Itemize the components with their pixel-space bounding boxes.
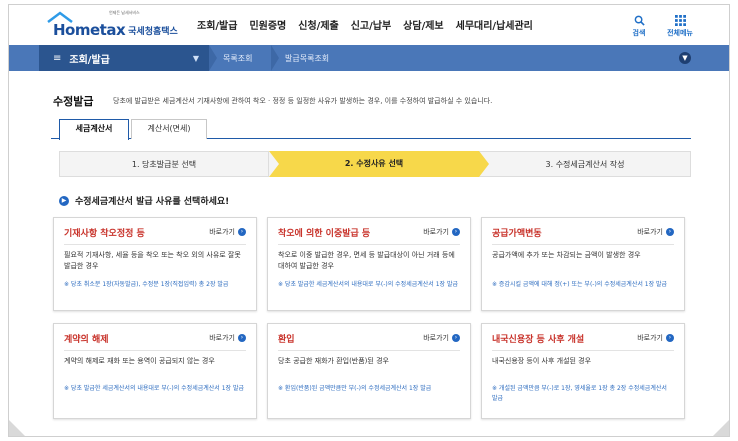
all-menu-button[interactable]: 전체메뉴 [659,15,701,38]
menu-item-inquiry[interactable]: 조회/발급 [197,17,237,32]
house-roof-icon [47,11,73,23]
step-select-reason: 2. 수정사유 선택 [269,151,479,177]
go-label: 바로가기 [637,228,663,236]
reason-card-local-lc: 내국신용장 등 사후 개설 바로가기 › 내국신용장 등이 사후 개설된 경우 ※… [481,323,685,419]
breadcrumb-separator [271,45,279,71]
divider [278,244,460,245]
caret-down-icon: ▼ [192,53,199,63]
card-note: ※ 당초 취소분 1장(자동발급), 수정분 1장(직접입력) 총 2장 발급 [64,281,229,288]
reason-card-supply-change: 공급가액변동 바로가기 › 공급가액에 추가 또는 차감되는 금액이 발생한 경우… [481,217,685,311]
go-button[interactable]: 바로가기 › [423,227,460,237]
go-label: 바로가기 [423,228,449,236]
invoice-type-tabs: 세금계산서 계산서(면세) [51,119,691,140]
divider [492,244,674,245]
card-description: 계약의 해제로 재화 또는 용역이 공급되지 않는 경우 [64,357,215,365]
reason-card-correction: 기재사항 착오정정 등 바로가기 › 필요적 기재사항, 세율 등을 착오 또는 … [53,217,257,311]
divider [64,350,246,351]
search-button[interactable]: 검색 [623,15,655,38]
card-note: ※ 개설된 금액만큼 부(-)로 1장, 영세율로 1장 총 2장 수정세금계산… [492,385,667,402]
search-label: 검색 [632,29,646,37]
card-description: 내국신용장 등이 사후 개설된 경우 [492,357,592,365]
card-title: 계약의 해제 [64,335,109,345]
reason-card-duplicate: 착오에 의한 이중발급 등 바로가기 › 착오로 이중 발급한 경우, 면세 등 … [267,217,471,311]
corner-decoration [9,420,25,436]
divider [492,350,674,351]
section-title: 조회/발급 [69,54,110,66]
step-arrow [479,151,489,177]
tab-invoice-exempt[interactable]: 계산서(면세) [131,119,207,139]
menu-item-application[interactable]: 신청/제출 [298,17,338,32]
arrow-right-icon: › [238,334,246,342]
breadcrumb-separator [209,45,217,71]
top-navigation: 언제든 납세서비스 Hometax 국세청홈택스 조회/발급 민원증명 신청/제… [9,5,729,45]
expand-circle-icon[interactable]: ▼ [679,52,691,64]
card-title: 환입 [278,335,295,345]
hometax-logo[interactable]: 언제든 납세서비스 Hometax 국세청홈택스 [47,10,178,39]
card-note: ※ 당초 발급한 세금계산서의 내용대로 부(-)의 수정세금계산서 1장 발급 [278,281,458,288]
go-button[interactable]: 바로가기 › [423,333,460,343]
arrow-right-icon: › [452,334,460,342]
tab-tax-invoice[interactable]: 세금계산서 [59,119,129,140]
hamburger-icon: ≡ [53,52,62,64]
go-button[interactable]: 바로가기 › [209,333,246,343]
breadcrumb-issue-list[interactable]: 발급목록조회 [285,53,329,64]
search-icon [623,15,655,27]
step-arrow [269,151,279,177]
arrow-right-icon: › [666,228,674,236]
divider [278,350,460,351]
card-title: 기재사항 착오정정 등 [64,229,145,239]
card-title: 공급가액변동 [492,229,542,239]
reason-card-return: 환입 바로가기 › 당초 공급한 재화가 환입(반품)된 경우 ※ 환입(반품)된… [267,323,471,419]
arrow-right-icon: › [666,334,674,342]
bullet-icon: ▶ [59,195,69,206]
menu-item-certificate[interactable]: 민원증명 [249,17,286,32]
menu-item-consult[interactable]: 상담/제보 [403,17,443,32]
card-title: 내국신용장 등 사후 개설 [492,335,585,345]
card-description: 착오로 이중 발급한 경우, 면세 등 발급대상이 아닌 거래 등에 대하여 발… [278,251,455,270]
reason-card-cancellation: 계약의 해제 바로가기 › 계약의 해제로 재화 또는 용역이 공급되지 않는 경… [53,323,257,419]
card-note: ※ 당초 발급한 세금계산서의 내용대로 부(-)의 수정세금계산서 1장 발급 [64,385,244,392]
section-heading: ▶ 수정세금계산서 발급 사유를 선택하세요! [59,194,229,207]
section-heading-text: 수정세금계산서 발급 사유를 선택하세요! [75,197,230,207]
divider [64,244,246,245]
card-note: ※ 증감시킬 금액에 대해 정(+) 또는 부(-)의 수정세금계산서 1장 발… [492,281,668,288]
go-label: 바로가기 [209,334,235,342]
arrow-right-icon: › [452,228,460,236]
browser-frame: 언제든 납세서비스 Hometax 국세청홈택스 조회/발급 민원증명 신청/제… [8,4,730,437]
go-label: 바로가기 [423,334,449,342]
all-menu-label: 전체메뉴 [667,29,693,37]
go-button[interactable]: 바로가기 › [637,227,674,237]
step-select-original: 1. 당초발급분 선택 [59,151,269,177]
grid-icon [659,15,701,27]
card-description: 당초 공급한 재화가 환입(반품)된 경우 [278,357,389,365]
main-menu: 조회/발급 민원증명 신청/제출 신고/납부 상담/제보 세무대리/납세관리 [197,17,533,32]
section-dropdown[interactable]: ≡ 조회/발급 ▼ [39,45,209,71]
go-button[interactable]: 바로가기 › [209,227,246,237]
go-label: 바로가기 [637,334,663,342]
menu-item-filing[interactable]: 신고/납부 [351,17,391,32]
go-label: 바로가기 [209,228,235,236]
progress-steps: 1. 당초발급분 선택 2. 수정사유 선택 3. 수정세금계산서 작성 [59,151,691,177]
arrow-right-icon: › [238,228,246,236]
card-description: 필요적 기재사항, 세율 등을 착오 또는 착오 외의 사유로 잘못 발급한 경… [64,251,241,270]
logo-brand: Hometax [53,21,126,39]
page-description: 당초에 발급받은 세금계산서 기재사항에 관하여 착오 · 정정 등 일정한 사… [113,97,493,105]
card-note: ※ 환입(반품)된 금액만큼만 부(-)의 수정세금계산서 1장 발급 [278,385,432,392]
logo-korean: 국세청홈택스 [128,27,178,37]
go-button[interactable]: 바로가기 › [637,333,674,343]
card-title: 착오에 의한 이중발급 등 [278,229,371,239]
menu-item-tax-agent[interactable]: 세무대리/납세관리 [456,17,533,32]
breadcrumb-list-inquiry[interactable]: 목록조회 [223,53,252,64]
logo-tagline: 언제든 납세서비스 [109,10,140,15]
step-write-invoice: 3. 수정세금계산서 작성 [479,151,691,177]
corner-decoration [713,420,729,436]
card-description: 공급가액에 추가 또는 차감되는 금액이 발생한 경우 [492,251,641,259]
sub-navigation-bar: ≡ 조회/발급 ▼ 목록조회 발급목록조회 ▼ [9,45,729,71]
page-title: 수정발급 [53,95,94,108]
